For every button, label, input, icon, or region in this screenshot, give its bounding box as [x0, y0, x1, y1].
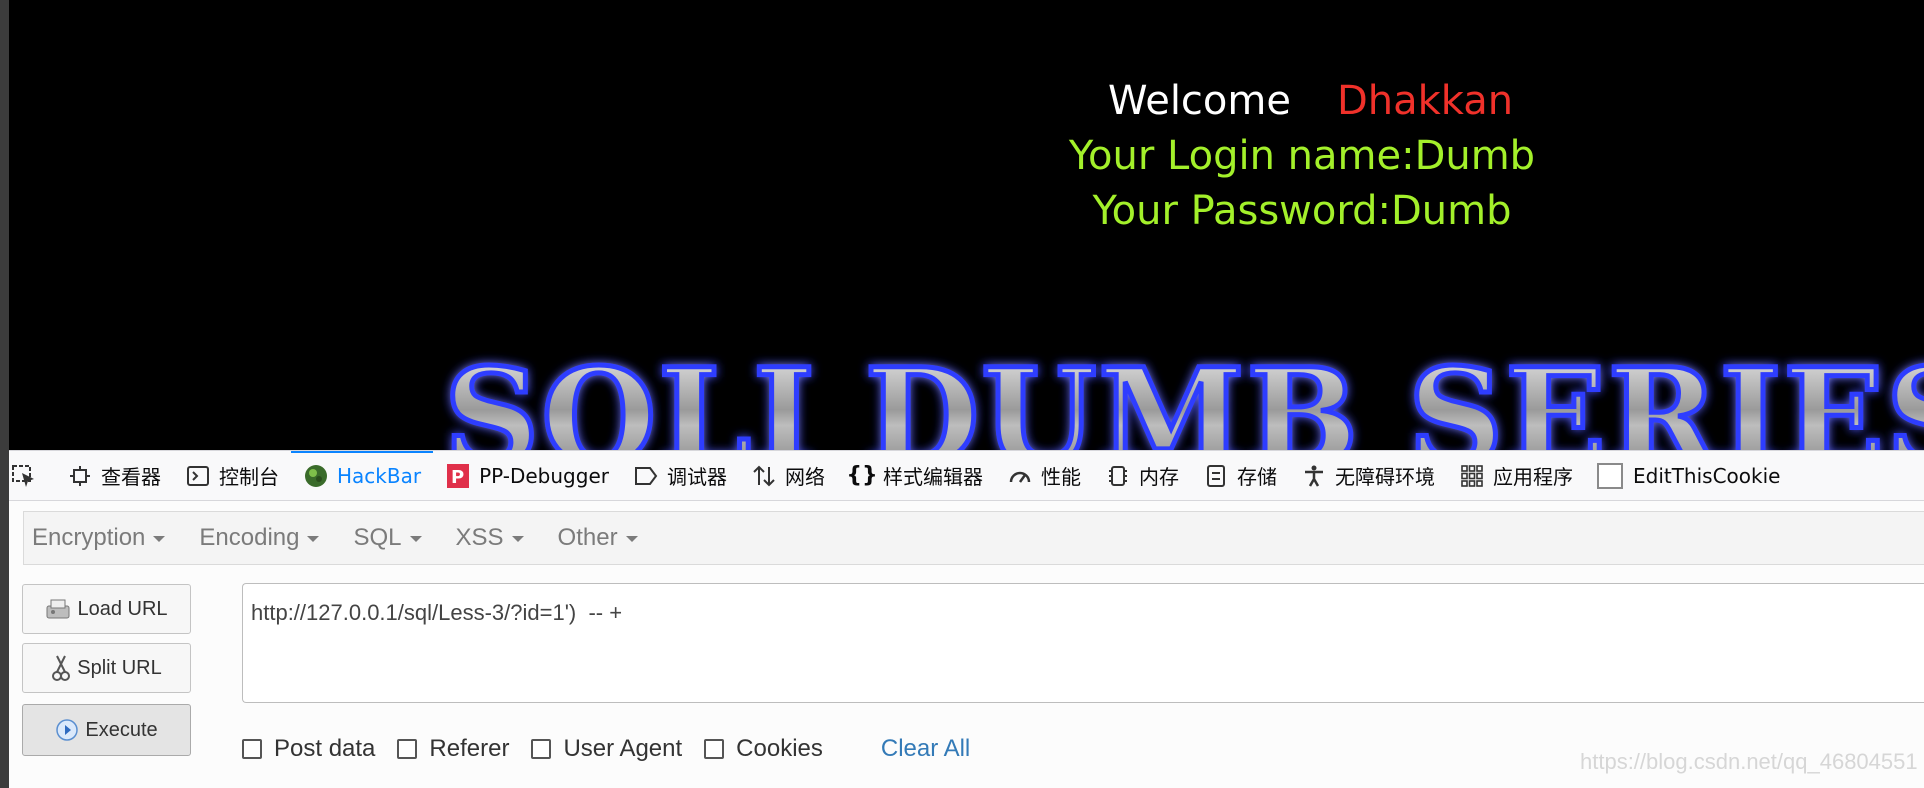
menu-encryption[interactable]: Encryption	[32, 524, 166, 552]
sqli-dumb-series-banner: SQLI DUMB SERIES	[440, 345, 1924, 450]
style-editor-icon: {}	[846, 463, 878, 488]
split-url-label: Split URL	[77, 656, 162, 679]
cookies-checkbox[interactable]	[704, 739, 725, 759]
console-icon	[185, 463, 211, 489]
tab-hackbar-label: HackBar	[337, 463, 422, 488]
tab-debugger-label: 调试器	[666, 465, 727, 489]
execute-button[interactable]: Execute	[22, 704, 191, 756]
cookies-option[interactable]: Cookies	[704, 735, 823, 763]
element-picker-icon	[11, 463, 37, 489]
execute-label: Execute	[85, 718, 158, 741]
chevron-down-icon	[307, 536, 320, 542]
pp-debugger-icon: P	[445, 463, 471, 489]
storage-icon	[1203, 463, 1229, 489]
menu-sql[interactable]: SQL	[353, 524, 422, 552]
devtools-tab-bar: 查看器 控制台 HackBar P PP-Debugger 调试器 网络 {} …	[9, 450, 1924, 501]
play-icon	[55, 718, 79, 742]
scissors-icon	[51, 654, 71, 682]
chevron-down-icon	[511, 536, 524, 542]
welcome-label: Welcome	[1108, 78, 1291, 124]
tab-style-editor-label: 样式编辑器	[882, 465, 983, 489]
menu-other-label: Other	[557, 524, 618, 551]
tab-hackbar[interactable]: HackBar	[291, 451, 434, 500]
load-url-button[interactable]: Load URL	[22, 584, 191, 634]
referer-option[interactable]: Referer	[397, 735, 509, 763]
tab-performance-label: 性能	[1040, 465, 1081, 489]
menu-sql-label: SQL	[353, 524, 402, 551]
cookies-label: Cookies	[736, 735, 823, 762]
referer-checkbox[interactable]	[397, 739, 418, 759]
tab-pp-debugger-label: PP-Debugger	[479, 463, 609, 488]
tab-performance[interactable]: 性能	[995, 451, 1093, 500]
user-agent-checkbox[interactable]	[531, 739, 552, 759]
tab-console-label: 控制台	[219, 465, 279, 489]
menu-encoding[interactable]: Encoding	[199, 524, 320, 552]
menu-other[interactable]: Other	[558, 524, 638, 552]
tab-application-label: 应用程序	[1492, 465, 1573, 489]
menu-encoding-label: Encoding	[199, 524, 300, 551]
tab-console[interactable]: 控制台	[173, 451, 291, 500]
load-url-label: Load URL	[77, 597, 168, 620]
hackbar-icon	[303, 463, 329, 489]
performance-icon	[1007, 463, 1033, 489]
clear-all-link[interactable]: Clear All	[881, 735, 970, 763]
user-agent-label: User Agent	[563, 735, 683, 762]
post-data-label: Post data	[274, 735, 376, 762]
chevron-down-icon	[625, 536, 638, 542]
svg-text:P: P	[451, 467, 464, 488]
window-left-edge	[0, 0, 9, 788]
hackbar-panel: Encryption Encoding SQL XSS Other Load U…	[9, 501, 1924, 788]
menu-encryption-label: Encryption	[32, 524, 146, 551]
split-url-button[interactable]: Split URL	[22, 643, 191, 693]
referer-label: Referer	[429, 735, 510, 762]
tab-storage-label: 存储	[1236, 465, 1277, 489]
chevron-down-icon	[153, 536, 166, 542]
hackbar-menu: Encryption Encoding SQL XSS Other	[23, 511, 1924, 565]
load-url-icon	[45, 598, 71, 620]
tab-accessibility-label: 无障碍环境	[1334, 465, 1435, 489]
tab-editthiscookie[interactable]: EditThisCookie	[1585, 451, 1792, 500]
inspector-icon	[67, 463, 93, 489]
post-data-checkbox[interactable]	[242, 739, 262, 759]
tab-storage[interactable]: 存储	[1191, 451, 1289, 500]
application-icon	[1459, 463, 1485, 489]
tab-debugger[interactable]: 调试器	[621, 451, 739, 500]
element-picker-button[interactable]	[9, 451, 55, 500]
debugger-icon	[633, 463, 659, 489]
banner-text: SQLI DUMB SERIES	[444, 345, 1924, 450]
tab-network[interactable]: 网络	[739, 451, 837, 500]
tab-accessibility[interactable]: 无障碍环境	[1289, 451, 1447, 500]
user-agent-option[interactable]: User Agent	[531, 735, 682, 763]
tab-network-label: 网络	[784, 465, 825, 489]
web-page-content: Welcome Dhakkan Your Login name:Dumb Your…	[0, 0, 1924, 450]
menu-xss-label: XSS	[455, 524, 504, 551]
password-text: Your Password:Dumb	[1092, 188, 1512, 234]
post-data-option[interactable]: Post data	[242, 735, 375, 763]
tab-inspector[interactable]: 查看器	[55, 451, 173, 500]
welcome-username: Dhakkan	[1336, 78, 1514, 124]
memory-icon	[1105, 463, 1131, 489]
chevron-down-icon	[409, 536, 422, 542]
login-name-text: Your Login name:Dumb	[1068, 133, 1536, 179]
watermark-text: https://blog.csdn.net/qq_46804551	[1580, 749, 1918, 774]
tab-editthiscookie-label: EditThisCookie	[1632, 463, 1781, 488]
url-input[interactable]: http://127.0.0.1/sql/Less-3/?id=1') -- +	[242, 583, 1924, 703]
tab-application[interactable]: 应用程序	[1447, 451, 1585, 500]
welcome-line: Welcome Dhakkan	[1108, 76, 1513, 126]
tab-inspector-label: 查看器	[101, 465, 161, 489]
cookie-icon	[1596, 462, 1623, 489]
network-icon	[751, 463, 777, 489]
accessibility-icon	[1301, 463, 1327, 489]
tab-memory-label: 内存	[1138, 465, 1179, 489]
tab-memory[interactable]: 内存	[1093, 451, 1191, 500]
request-options: Post data Referer User Agent Cookies Cle…	[242, 734, 970, 764]
tab-pp-debugger[interactable]: P PP-Debugger	[433, 451, 621, 500]
menu-xss[interactable]: XSS	[456, 524, 524, 552]
tab-style-editor[interactable]: {} 样式编辑器	[837, 451, 995, 500]
